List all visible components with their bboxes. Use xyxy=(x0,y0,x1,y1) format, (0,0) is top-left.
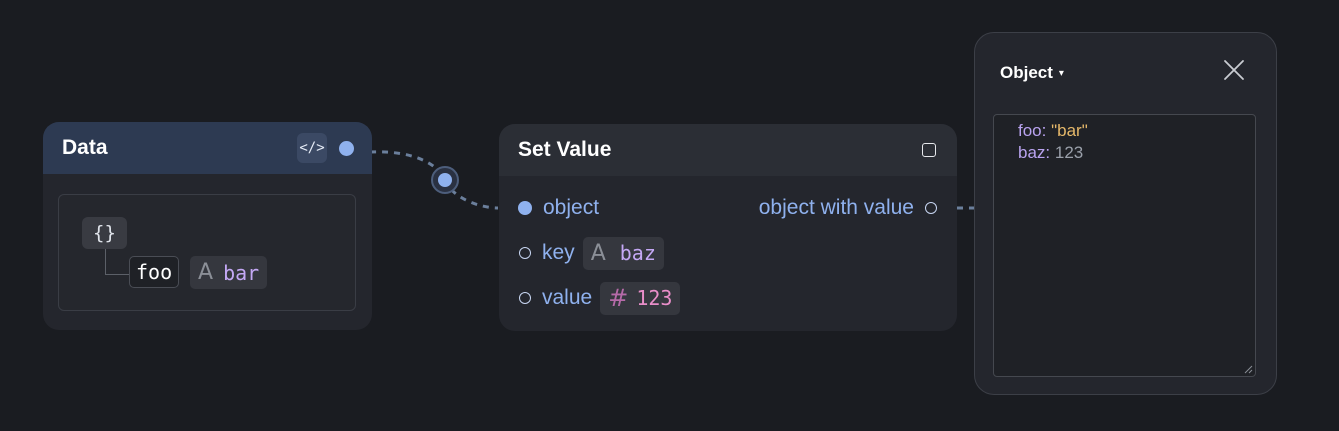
caret-down-icon: ▾ xyxy=(1058,67,1064,79)
resize-grip-icon[interactable] xyxy=(1244,365,1253,374)
json-key: foo: xyxy=(1018,121,1047,140)
set-value-node[interactable]: Set Value object key A baz value # 123 o… xyxy=(499,124,957,331)
key-value: baz xyxy=(619,241,656,265)
square-icon[interactable] xyxy=(922,143,936,157)
string-type-icon: A xyxy=(590,240,606,266)
set-value-node-header[interactable]: Set Value xyxy=(499,124,957,176)
entry-key-chip[interactable]: foo xyxy=(129,256,180,288)
data-node-title: Data xyxy=(62,136,108,159)
close-icon[interactable] xyxy=(1222,58,1246,82)
panel-title: Object xyxy=(1000,63,1053,82)
json-string-value: "bar" xyxy=(1051,121,1088,140)
key-input-label: key xyxy=(542,241,575,264)
set-value-node-title: Set Value xyxy=(518,138,612,161)
json-preview[interactable]: foo: "bar" baz: 123 xyxy=(993,114,1256,377)
key-value-chip[interactable]: A baz xyxy=(582,236,664,270)
tree-connector xyxy=(105,249,130,275)
value-input-port[interactable] xyxy=(519,292,531,304)
code-icon[interactable]: </> xyxy=(297,133,327,163)
value-value-chip[interactable]: # 123 xyxy=(600,281,681,315)
data-node-header[interactable]: Data </> xyxy=(43,122,372,174)
entry-value-chip[interactable]: A bar xyxy=(190,256,268,289)
input-row-value: value # 123 xyxy=(519,281,681,315)
edge-reroute-handle xyxy=(431,166,459,194)
value-input-label: value xyxy=(542,286,593,309)
json-number-value: 123 xyxy=(1054,143,1084,162)
entry-value: bar xyxy=(223,260,260,285)
json-line: baz: 123 xyxy=(1018,142,1255,164)
input-row-key: key A baz xyxy=(519,236,664,270)
output-row: object with value xyxy=(759,191,937,225)
data-output-port[interactable] xyxy=(339,140,354,156)
object-input-port[interactable] xyxy=(518,201,532,215)
object-input-label: object xyxy=(543,196,600,219)
json-line: foo: "bar" xyxy=(1018,120,1255,142)
data-editor: {} foo A bar xyxy=(58,194,356,311)
input-row-object: object xyxy=(518,191,599,225)
graph-canvas[interactable]: Data </> {} foo A bar Set Value object k… xyxy=(0,0,1339,431)
object-brace-chip[interactable]: {} xyxy=(82,217,127,249)
object-preview-panel: Object ▾ foo: "bar" baz: 123 xyxy=(974,32,1277,395)
json-key: baz: xyxy=(1018,143,1051,162)
string-type-icon: A xyxy=(198,260,214,285)
output-label: object with value xyxy=(758,196,914,219)
value-value: 123 xyxy=(636,286,673,310)
data-node[interactable]: Data </> {} foo A bar xyxy=(43,122,372,330)
panel-type-dropdown[interactable]: Object ▾ xyxy=(1000,63,1064,83)
edge-data-to-setvalue xyxy=(369,150,499,210)
key-input-port[interactable] xyxy=(519,247,531,259)
object-output-port[interactable] xyxy=(925,202,937,214)
number-type-icon: # xyxy=(608,284,629,312)
